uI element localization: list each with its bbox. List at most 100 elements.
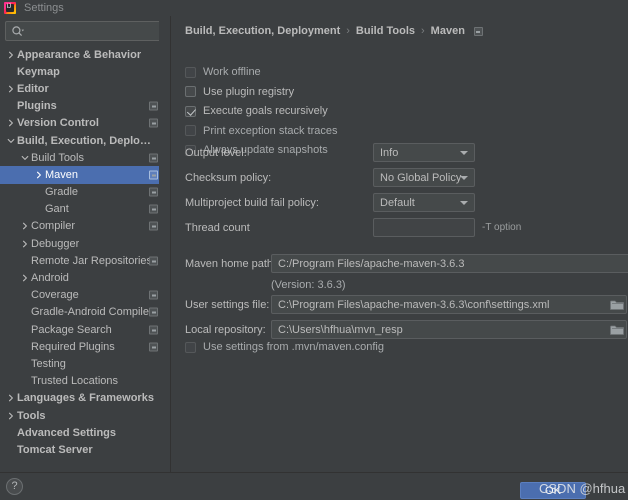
chevron-down-icon[interactable] — [5, 135, 16, 146]
breadcrumb-part-3[interactable]: Maven — [431, 25, 465, 37]
sidebar-item-tools[interactable]: Tools — [0, 407, 170, 424]
search-box[interactable] — [5, 21, 165, 41]
sidebar-item-gradle-android-compiler[interactable]: Gradle-Android Compiler — [0, 304, 170, 321]
user-settings-label: User settings file: — [185, 299, 270, 311]
sidebar-item-advanced-settings[interactable]: Advanced Settings — [0, 424, 170, 441]
thread-count-input[interactable] — [373, 218, 475, 237]
sidebar-item-label: Required Plugins — [31, 340, 115, 353]
sidebar-item-plugins[interactable]: Plugins — [0, 98, 170, 115]
sidebar-item-label: Tools — [17, 409, 46, 422]
sidebar-item-version-control[interactable]: Version Control — [0, 115, 170, 132]
sidebar-scrollbar-track[interactable] — [159, 16, 170, 472]
sidebar-item-debugger[interactable]: Debugger — [0, 235, 170, 252]
chevron-right-icon[interactable] — [33, 169, 44, 180]
maven-home-input[interactable]: C:/Program Files/apache-maven-3.6.3 — [271, 254, 628, 273]
chevron-right-icon[interactable] — [5, 83, 16, 94]
sidebar-item-editor[interactable]: Editor — [0, 80, 170, 97]
local-repo-input[interactable]: C:\Users\hfhua\mvn_resp — [271, 320, 627, 339]
sidebar-item-label: Testing — [31, 357, 66, 370]
output-level-dropdown[interactable]: Info — [373, 143, 475, 162]
mvn-config-checkbox-row[interactable]: Use settings from .mvn/maven.config — [185, 341, 384, 353]
user-settings-input[interactable]: C:\Program Files\apache-maven-3.6.3\conf… — [271, 295, 627, 314]
checkbox-use-plugin-registry[interactable] — [185, 86, 196, 98]
sidebar-item-label: Version Control — [17, 117, 99, 130]
fail-policy-dropdown[interactable]: Default — [373, 193, 475, 212]
checkbox-row-execute-goals-recursively[interactable]: Execute goals recursively — [185, 105, 328, 117]
maven-home-value: C:/Program Files/apache-maven-3.6.3 — [278, 257, 465, 270]
checkbox-row-work-offline[interactable]: Work offline — [185, 66, 261, 78]
mvn-config-checkbox[interactable] — [185, 341, 196, 353]
sidebar-item-compiler[interactable]: Compiler — [0, 218, 170, 235]
project-scope-icon — [149, 187, 158, 197]
sidebar-item-maven[interactable]: Maven — [0, 166, 170, 184]
user-settings-browse-button[interactable] — [608, 296, 625, 313]
project-scope-icon — [149, 325, 158, 335]
checkbox-execute-goals-recursively[interactable] — [185, 105, 196, 117]
chevron-down-icon[interactable] — [19, 152, 30, 163]
sidebar-item-gant[interactable]: Gant — [0, 201, 170, 218]
breadcrumb: Build, Execution, Deployment › Build Too… — [185, 25, 483, 37]
project-scope-icon — [149, 221, 158, 231]
chevron-right-icon[interactable] — [5, 393, 16, 404]
chevron-right-icon[interactable] — [19, 273, 30, 284]
thread-count-hint: -T option — [482, 222, 522, 233]
project-scope-icon — [149, 118, 158, 128]
sidebar-item-testing[interactable]: Testing — [0, 355, 170, 372]
checkbox-label: Execute goals recursively — [203, 105, 328, 118]
sidebar-item-label: Debugger — [31, 237, 80, 250]
help-button[interactable]: ? — [6, 478, 23, 495]
sidebar-item-keymap[interactable]: Keymap — [0, 63, 170, 80]
project-scope-icon — [149, 256, 158, 266]
sidebar-item-tomcat-server[interactable]: Tomcat Server — [0, 441, 170, 458]
sidebar-item-label: Tomcat Server — [17, 443, 93, 456]
sidebar-item-label: Remote Jar Repositories — [31, 254, 153, 267]
folder-icon — [609, 325, 624, 335]
project-scope-icon — [149, 342, 158, 352]
checkbox-print-exception-stack-traces[interactable] — [185, 125, 196, 137]
sidebar-item-label: Build Tools — [31, 151, 84, 164]
title-bar: Settings — [0, 0, 628, 16]
breadcrumb-part-1[interactable]: Build, Execution, Deployment — [185, 25, 340, 37]
sidebar-item-android[interactable]: Android — [0, 269, 170, 286]
sidebar-item-gradle[interactable]: Gradle — [0, 184, 170, 201]
sidebar-item-package-search[interactable]: Package Search — [0, 321, 170, 338]
search-icon — [12, 25, 24, 36]
checkbox-label: Print exception stack traces — [203, 124, 338, 137]
checkbox-label: Use plugin registry — [203, 85, 295, 98]
chevron-right-icon[interactable] — [5, 410, 16, 421]
local-repo-browse-button[interactable] — [608, 321, 625, 338]
chevron-right-icon[interactable] — [5, 49, 16, 60]
checkbox-row-use-plugin-registry[interactable]: Use plugin registry — [185, 86, 294, 98]
sidebar-item-label: Editor — [17, 82, 49, 95]
search-input[interactable] — [27, 25, 157, 37]
sidebar-item-build-tools[interactable]: Build Tools — [0, 149, 170, 166]
breadcrumb-separator-2: › — [421, 25, 425, 37]
ok-button[interactable]: OK — [520, 482, 586, 499]
mvn-config-label: Use settings from .mvn/maven.config — [203, 341, 384, 353]
chevron-right-icon[interactable] — [19, 238, 30, 249]
sidebar-item-trusted-locations[interactable]: Trusted Locations — [0, 373, 170, 390]
checkbox-row-print-exception-stack-traces[interactable]: Print exception stack traces — [185, 125, 338, 137]
sidebar-item-appearance-behavior[interactable]: Appearance & Behavior — [0, 46, 170, 63]
sidebar-item-remote-jar-repositories[interactable]: Remote Jar Repositories — [0, 252, 170, 269]
settings-sidebar: Appearance & Behavior Keymap Editor Plugins… — [0, 16, 170, 472]
sidebar-item-languages-frameworks[interactable]: Languages & Frameworks — [0, 390, 170, 407]
chevron-right-icon[interactable] — [5, 118, 16, 129]
checksum-policy-dropdown[interactable]: No Global Policy — [373, 168, 475, 187]
sidebar-item-label: Coverage — [31, 289, 79, 302]
sidebar-item-coverage[interactable]: Coverage — [0, 287, 170, 304]
chevron-right-icon[interactable] — [19, 221, 30, 232]
settings-dialog: Settings Appearance & Behavior Keymap Edit… — [0, 0, 628, 500]
sidebar-item-build-execution-deployment[interactable]: Build, Execution, Deployment — [0, 132, 170, 149]
sidebar-item-label: Package Search — [31, 323, 112, 336]
checkbox-work-offline[interactable] — [185, 66, 196, 78]
breadcrumb-part-2[interactable]: Build Tools — [356, 25, 415, 37]
sidebar-item-required-plugins[interactable]: Required Plugins — [0, 338, 170, 355]
project-scope-icon[interactable] — [473, 26, 483, 36]
sidebar-item-label: Languages & Frameworks — [17, 392, 154, 405]
